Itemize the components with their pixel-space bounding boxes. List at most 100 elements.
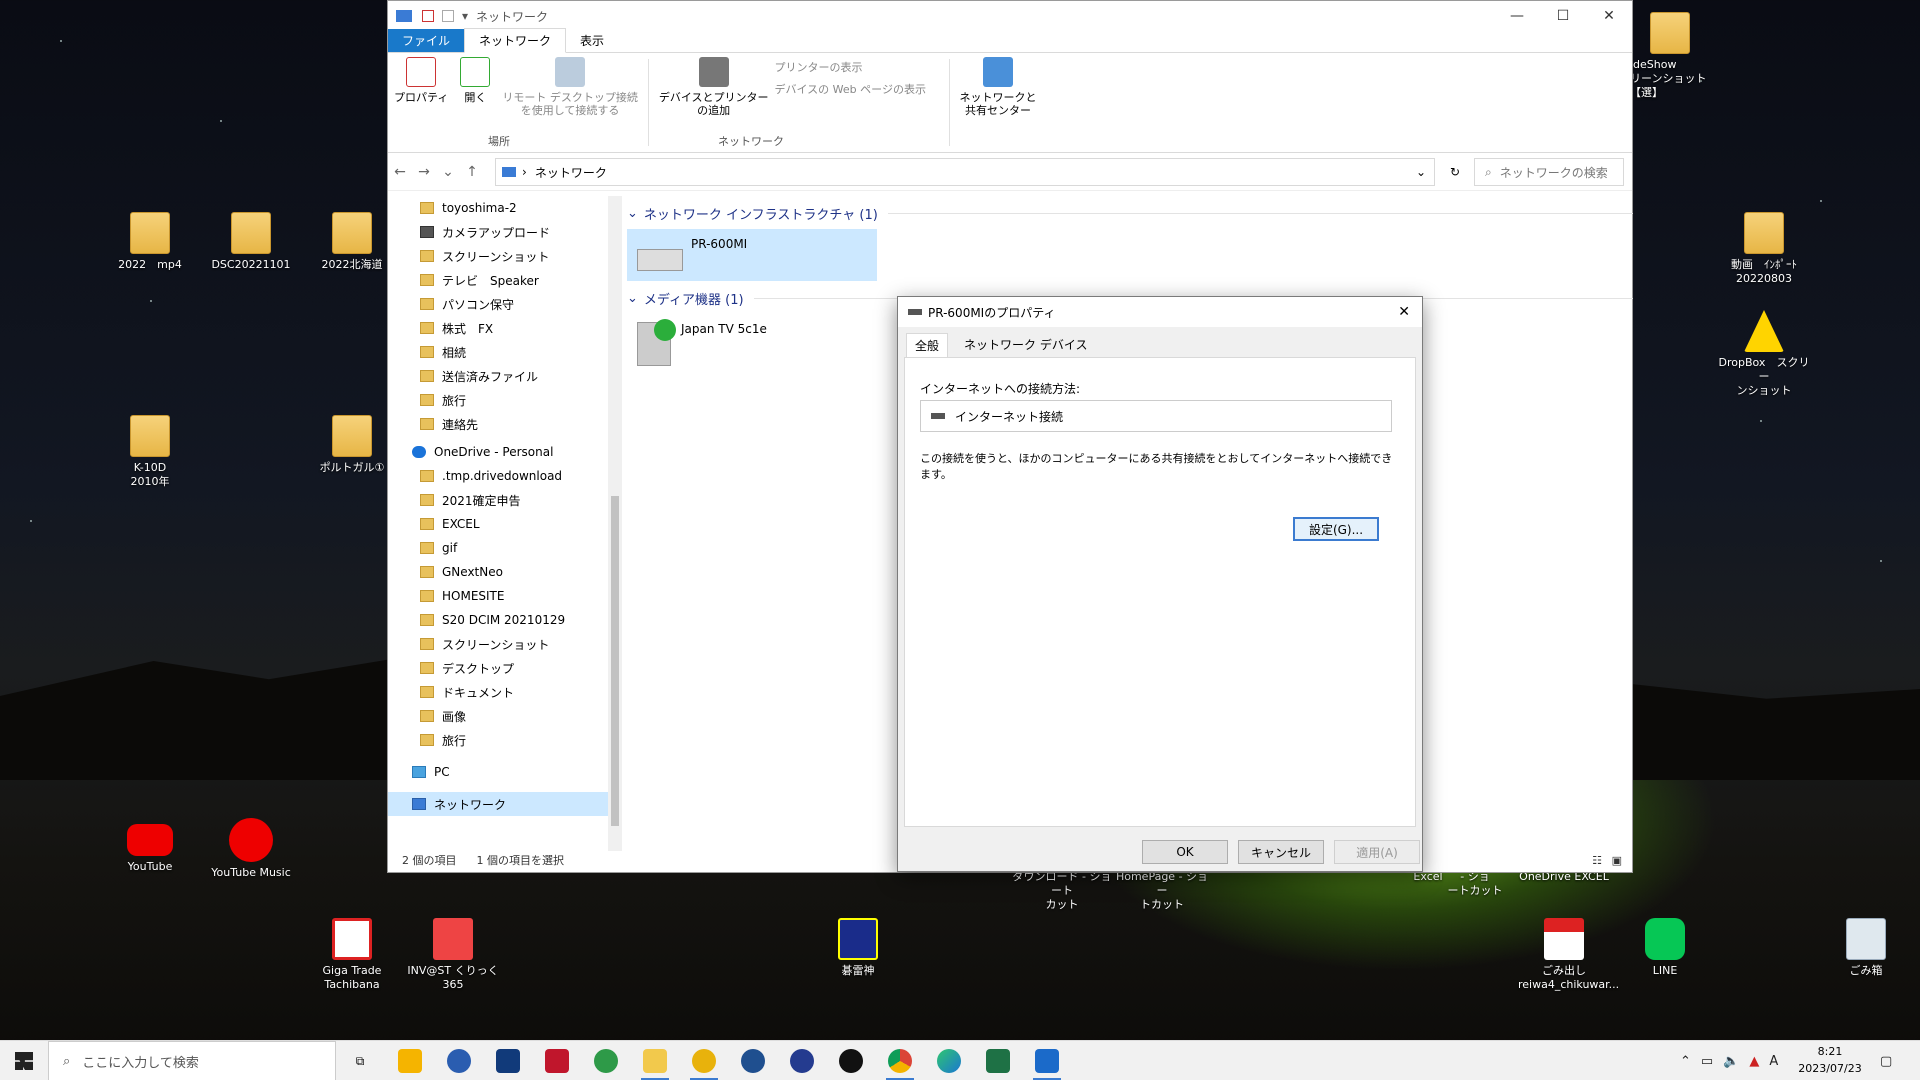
desktop-icon-invest[interactable]: INV@ST くりっく365 [407, 918, 499, 992]
tree-item[interactable]: EXCEL [388, 512, 608, 536]
tree-item[interactable]: 連絡先 [388, 412, 608, 436]
desktop-icon-slideshow[interactable]: ideShow リーンショット【選】 [1630, 12, 1722, 100]
desktop-icon-portugal[interactable]: ポルトガル① [306, 415, 398, 475]
desktop-partial-shortcut[interactable]: - ショ ートカット [1440, 870, 1510, 898]
properties-quick-icon[interactable] [422, 10, 434, 22]
desktop-icon-goraijin[interactable]: 碁雷神 [812, 918, 904, 978]
desktop-icon-giga-trade[interactable]: Giga Trade Tachibana [306, 918, 398, 992]
desktop-partial-homepage[interactable]: HomePage - ショー トカット [1112, 870, 1212, 912]
tree-item-onedrive[interactable]: OneDrive - Personal [388, 440, 608, 464]
tree-item[interactable]: .tmp.drivedownload [388, 464, 608, 488]
tree-item[interactable]: パソコン保守 [388, 292, 608, 316]
cancel-button[interactable]: キャンセル [1238, 840, 1324, 864]
taskbar-photos[interactable] [1027, 1046, 1067, 1080]
scrollbar-thumb[interactable] [611, 496, 619, 826]
tree-item-network[interactable]: ネットワーク [388, 792, 608, 816]
tree-item[interactable]: 旅行 [388, 388, 608, 412]
tree-item[interactable]: テレビ Speaker [388, 268, 608, 292]
close-button[interactable]: ✕ [1586, 1, 1632, 31]
desktop-icon-dropbox[interactable]: DropBox スクリー ンショット [1718, 310, 1810, 398]
properties-button[interactable]: プロパティ [388, 53, 454, 152]
tab-file[interactable]: ファイル [388, 29, 465, 52]
tree-item[interactable]: S20 DCIM 20210129 [388, 608, 608, 632]
network-tray-icon[interactable]: ▭ [1701, 1054, 1713, 1069]
tree-item[interactable]: デスクトップ [388, 656, 608, 680]
ime-indicator[interactable]: A [1769, 1054, 1778, 1069]
address-dropdown-icon[interactable]: ⌄ [1416, 165, 1426, 179]
taskbar-edge[interactable] [929, 1046, 969, 1076]
view-device-web-button[interactable]: デバイスの Web ページの表示 [775, 81, 945, 97]
tree-item[interactable]: toyoshima-2 [388, 196, 608, 220]
dialog-tab-general[interactable]: 全般 [906, 333, 949, 357]
notification-button[interactable]: ▢ [1880, 1041, 1892, 1080]
taskbar-app-globe[interactable] [586, 1046, 626, 1076]
remote-desktop-button[interactable]: リモート デスクトップ接続 を使用して接続する [496, 53, 644, 152]
volume-icon[interactable]: 🔈 [1723, 1054, 1739, 1069]
tree-item[interactable]: 株式 FX [388, 316, 608, 340]
device-item-pr600mi[interactable]: PR-600MI [627, 229, 877, 281]
clock[interactable]: 8:21 2023/07/23 [1790, 1043, 1870, 1077]
tree-item[interactable]: 送信済みファイル [388, 364, 608, 388]
search-input[interactable]: ⌕ ネットワークの検索 [1474, 158, 1624, 186]
ok-button[interactable]: OK [1142, 840, 1228, 864]
taskbar-app-earth[interactable] [733, 1046, 773, 1076]
taskbar-app-blue-circle[interactable] [782, 1046, 822, 1076]
group-header-infrastructure[interactable]: ⌄ ネットワーク インフラストラクチャ (1) [627, 204, 1633, 223]
tree-item[interactable]: GNextNeo [388, 560, 608, 584]
tab-network[interactable]: ネットワーク [464, 28, 567, 53]
dialog-close-button[interactable]: ✕ [1398, 304, 1410, 320]
view-printers-button[interactable]: プリンターの表示 [775, 59, 945, 75]
desktop-icon-k10d[interactable]: K-10D 2010年 [104, 415, 196, 489]
tree-scrollbar[interactable] [608, 196, 622, 851]
network-center-button[interactable]: ネットワークと 共有センター [954, 53, 1043, 152]
back-button[interactable]: ← [388, 164, 412, 180]
tree-item[interactable]: 相続 [388, 340, 608, 364]
quick-access-dropdown-icon[interactable]: ▾ [462, 9, 468, 23]
tree-item[interactable]: 旅行 [388, 728, 608, 752]
up-button[interactable]: ↑ [460, 164, 484, 180]
refresh-icon[interactable]: ↻ [1450, 165, 1460, 179]
taskbar-app-mt4[interactable] [439, 1046, 479, 1076]
taskbar-app-p[interactable] [390, 1046, 430, 1076]
task-view-button[interactable]: ⧉ [340, 1046, 380, 1076]
tree-item[interactable]: ドキュメント [388, 680, 608, 704]
large-icons-view-icon[interactable]: ▣ [1612, 854, 1622, 867]
details-view-icon[interactable]: ☷ [1592, 854, 1602, 867]
maximize-button[interactable]: ☐ [1540, 1, 1586, 31]
taskbar-app-black-circle[interactable] [831, 1046, 871, 1076]
tree-item[interactable]: スクリーンショット [388, 244, 608, 268]
tree-item[interactable]: gif [388, 536, 608, 560]
start-button[interactable] [4, 1046, 44, 1076]
taskbar-file-explorer[interactable] [635, 1046, 675, 1080]
tree-item[interactable]: HOMESITE [388, 584, 608, 608]
chevron-up-icon[interactable]: ⌃ [1680, 1054, 1691, 1069]
recent-dropdown-button[interactable]: ⌄ [436, 164, 460, 180]
desktop-partial-download[interactable]: ダウンロード - ショート カット [1012, 870, 1112, 912]
minimize-button[interactable]: — [1494, 1, 1540, 31]
tree-item[interactable]: 画像 [388, 704, 608, 728]
desktop-icon-2022hokkaido[interactable]: 2022北海道 [306, 212, 398, 272]
desktop-icon-dsc20221101[interactable]: DSC20221101 [205, 212, 297, 272]
taskbar-app-n[interactable] [488, 1046, 528, 1076]
tree-item-pc[interactable]: PC [388, 760, 608, 784]
device-item-japan-tv[interactable]: Japan TV 5c1e [627, 314, 877, 366]
tree-item[interactable]: スクリーンショット [388, 632, 608, 656]
tree-item[interactable]: 2021確定申告 [388, 488, 608, 512]
taskbar-app-chart[interactable] [537, 1046, 577, 1076]
dialog-tab-network-device[interactable]: ネットワーク デバイス [956, 333, 1095, 356]
address-bar[interactable]: › ネットワーク ⌄ ↻ [495, 158, 1460, 186]
desktop-icon-youtube[interactable]: YouTube [104, 818, 196, 874]
apply-button[interactable]: 適用(A) [1334, 840, 1420, 864]
app-tray-icon[interactable]: ▲ [1749, 1054, 1759, 1069]
desktop-icon-video-import[interactable]: 動画 ｲﾝﾎﾟｰﾄ 20220803 [1718, 212, 1810, 286]
desktop-icon-2022mp4[interactable]: 2022 mp4 [104, 212, 196, 272]
desktop-icon-line[interactable]: LINE [1619, 918, 1711, 978]
desktop-icon-recycle-bin[interactable]: ごみ箱 [1820, 918, 1912, 978]
taskbar-search-input[interactable]: ⌕ ここに入力して検索 [48, 1041, 336, 1080]
tab-view[interactable]: 表示 [566, 29, 618, 52]
settings-button[interactable]: 設定(G)... [1293, 517, 1379, 541]
tree-item[interactable]: カメラアップロード [388, 220, 608, 244]
taskbar-chrome[interactable] [880, 1046, 920, 1080]
desktop-icon-youtube-music[interactable]: YouTube Music [205, 818, 297, 880]
forward-button[interactable]: → [412, 164, 436, 180]
